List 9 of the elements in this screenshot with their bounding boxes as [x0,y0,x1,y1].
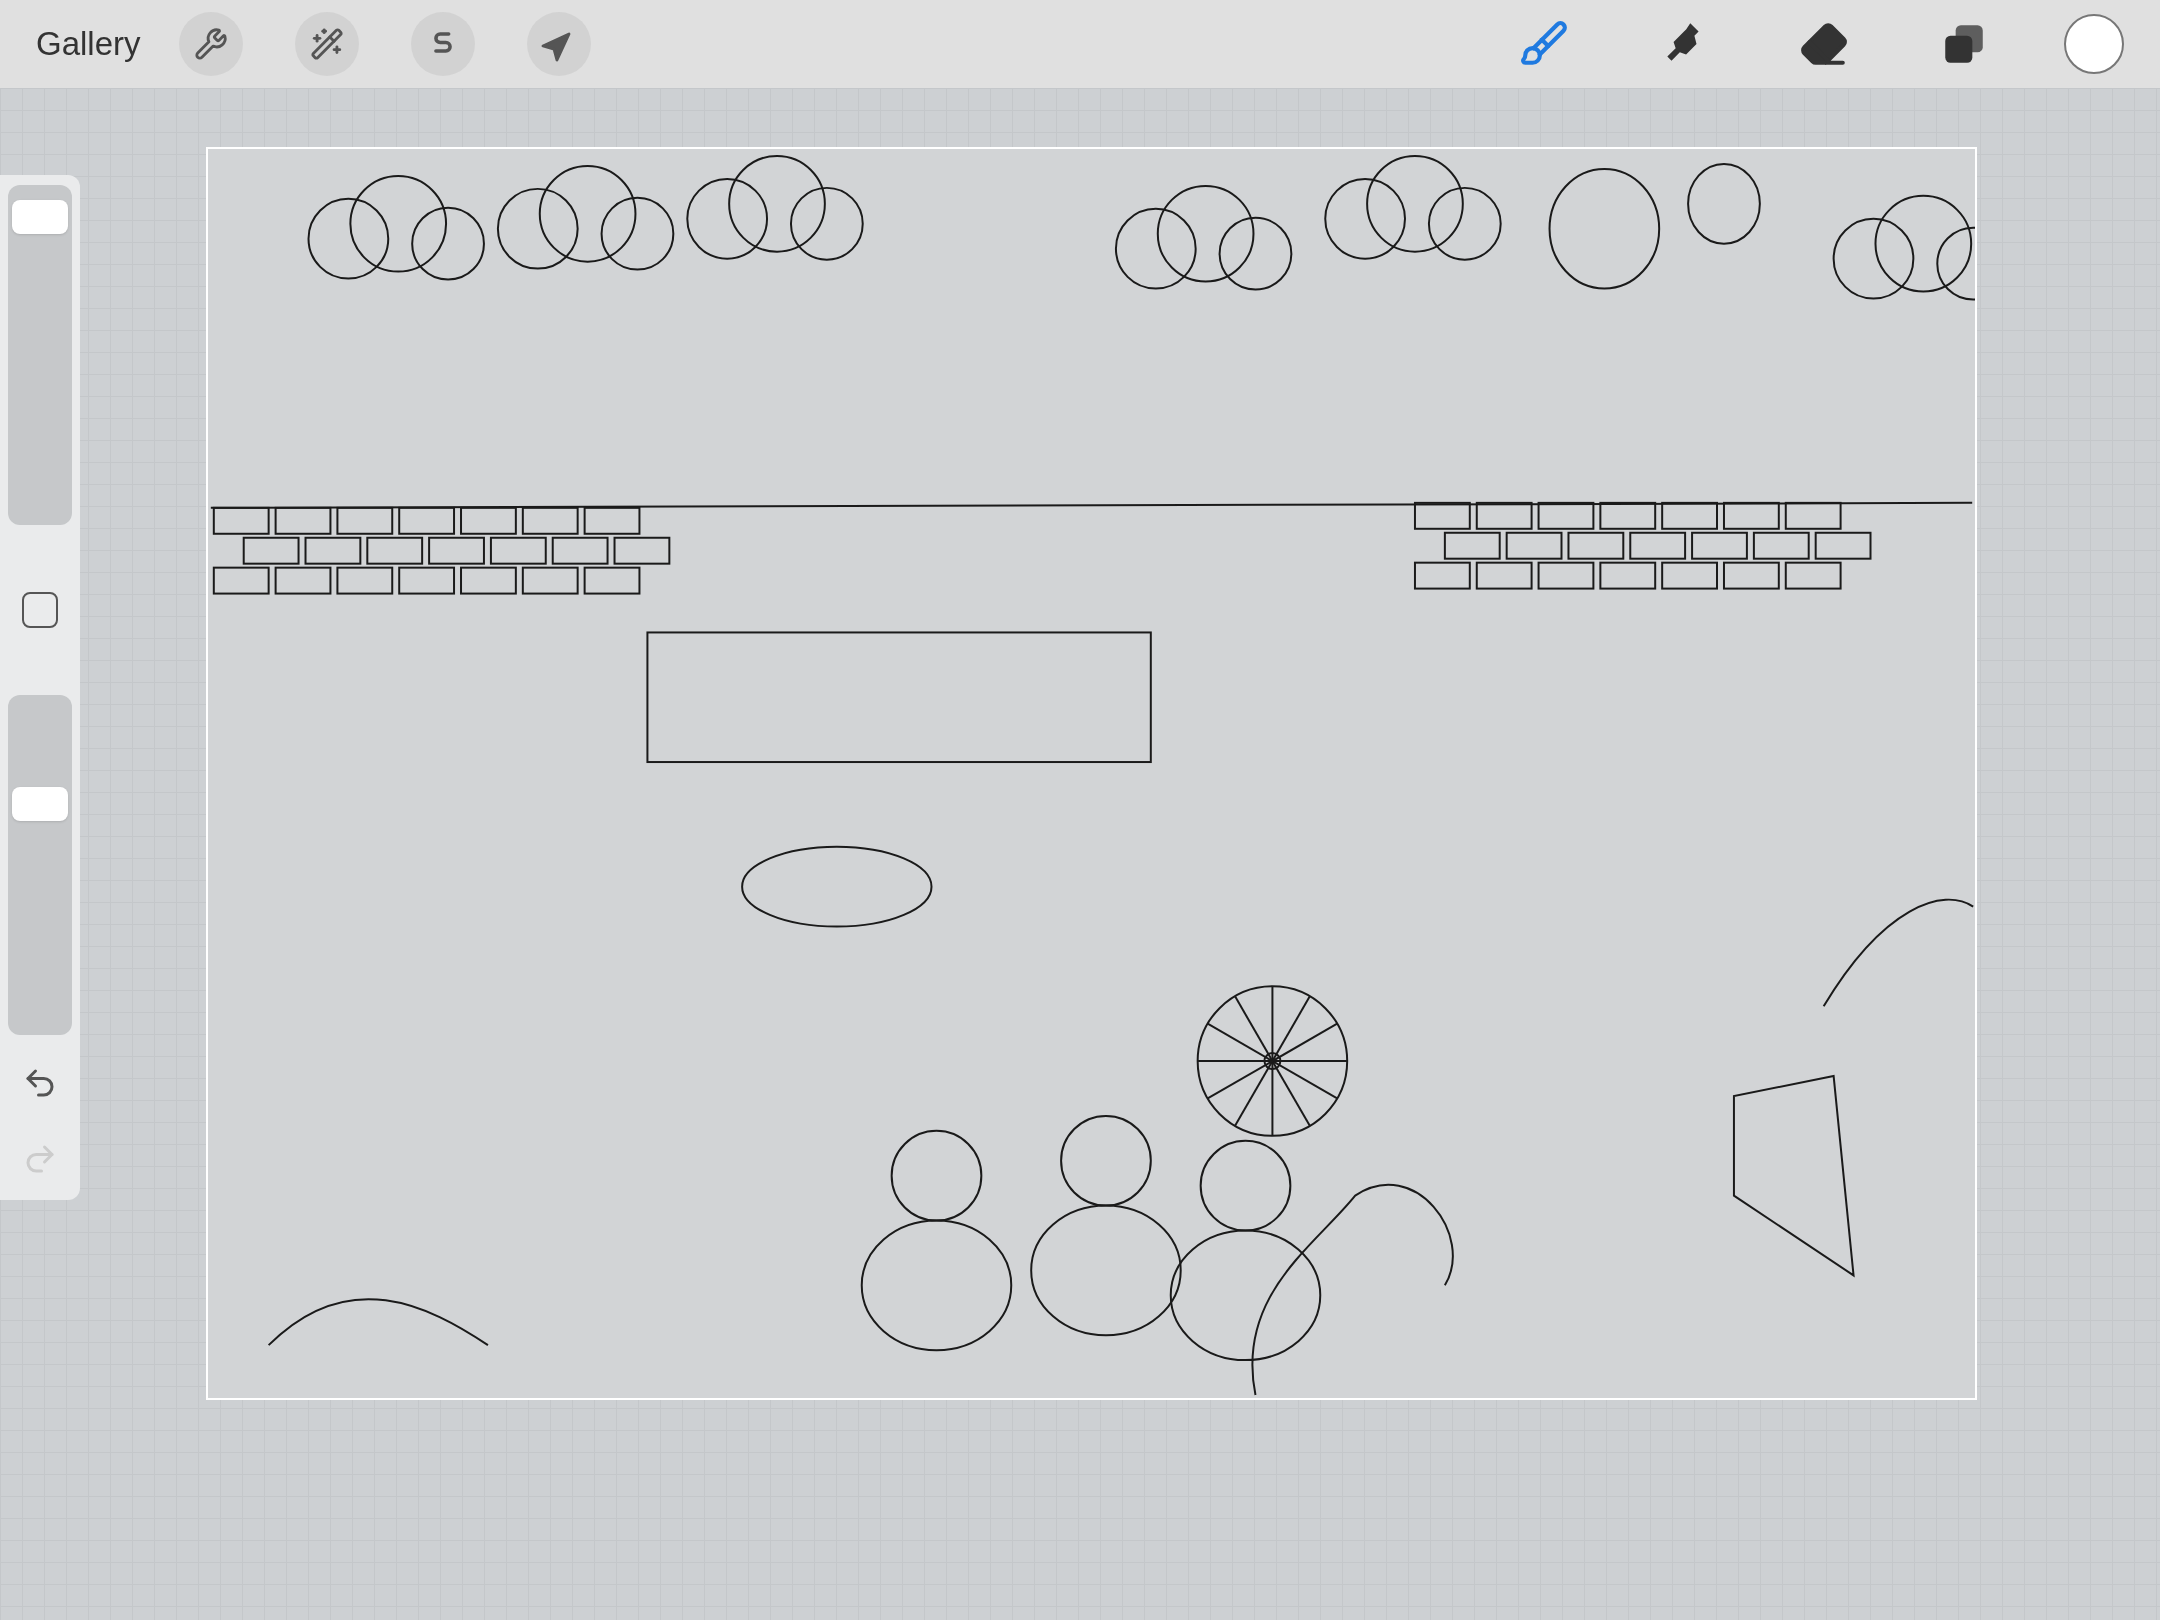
color-swatch[interactable] [2064,14,2124,74]
opacity-slider[interactable] [8,695,72,1035]
brush-size-slider[interactable] [8,185,72,525]
modify-button[interactable] [22,592,58,628]
slider-thumb[interactable] [12,200,68,235]
magic-wand-icon [309,27,344,61]
wrench-icon [193,27,228,61]
slider-thumb[interactable] [12,786,68,821]
gallery-button[interactable]: Gallery [36,19,141,69]
